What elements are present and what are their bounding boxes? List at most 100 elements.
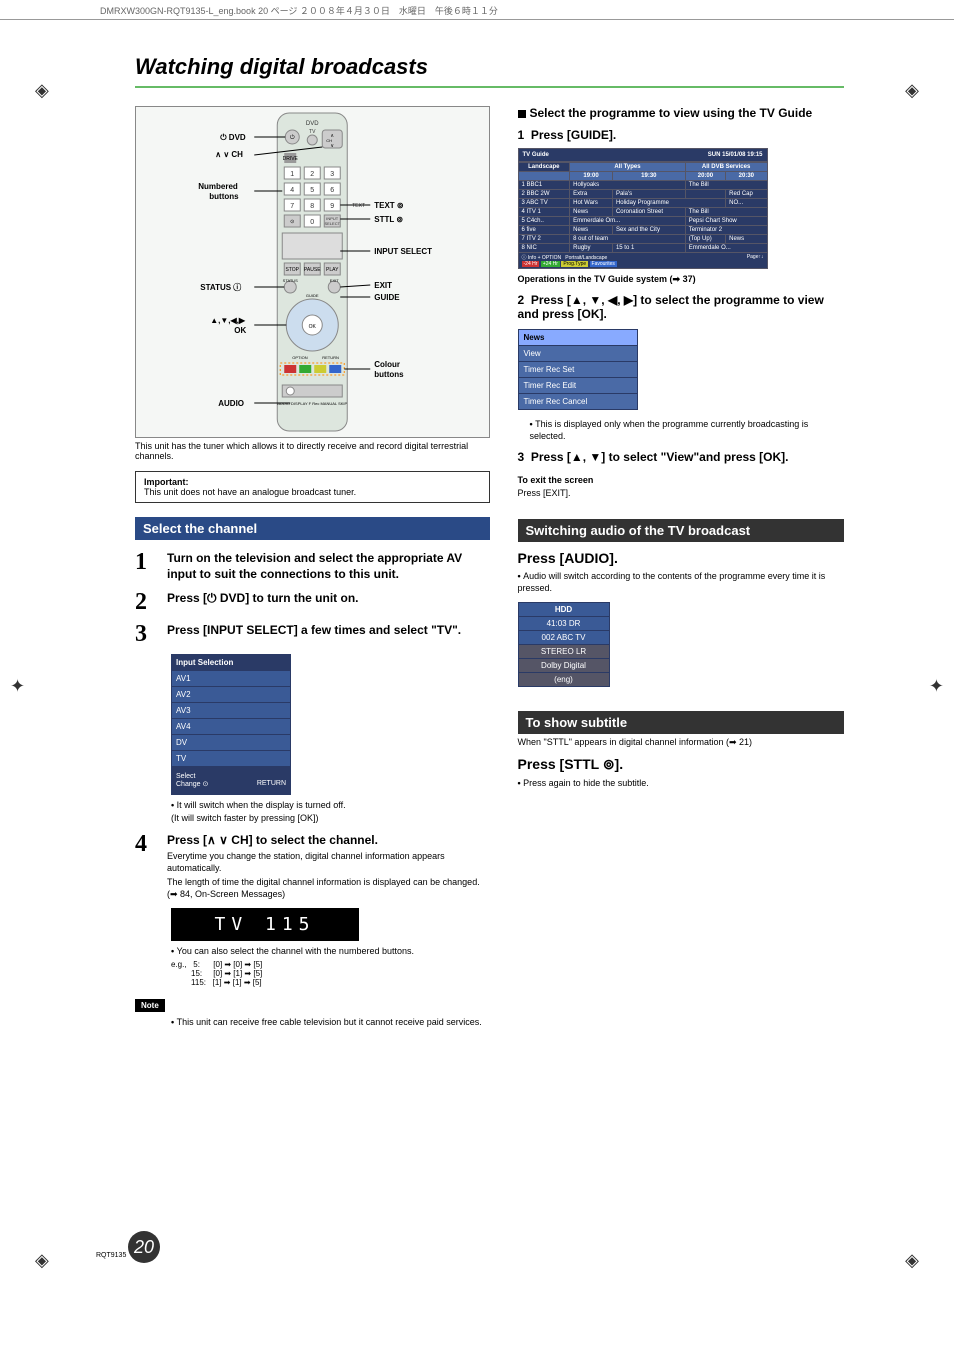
important-body: This unit does not have an analogue broa… [144,487,356,497]
list-item: Timer Rec Edit [518,378,638,394]
input-option: TV [171,751,291,767]
svg-text:4: 4 [290,187,294,194]
list-item: View [518,346,638,362]
svg-text:DRIVE: DRIVE [283,156,299,162]
label-numbered: Numbered [198,182,238,191]
important-label: Important: [144,477,481,487]
remote-diagram: DVD ⏻ TV ∧∨ CH DRIVE 1 2 3 4 5 6 7 8 9 0… [135,106,490,438]
r-step2-note: This is displayed only when the programm… [530,418,844,442]
page-title: Watching digital broadcasts [135,54,844,80]
crop-mark: ◈ [35,80,49,101]
svg-text:∨: ∨ [330,143,334,149]
label-status: STATUS ⓘ [200,282,241,292]
step4-bullet: You can also select the channel with the… [171,945,490,957]
crop-mark: ◈ [35,1250,49,1271]
note-tag: Note [135,999,165,1012]
svg-text:TEXT: TEXT [352,203,365,209]
step-num-2: 2 [135,590,157,614]
svg-text:9: 9 [330,203,334,210]
tvguide-ops-line: Operations in the TV Guide system (➡ 37) [518,273,844,285]
press-sttl: Press [STTL ⊚]. [518,756,844,773]
exit-block: To exit the screenPress [EXIT]. [518,474,844,498]
audio-note: Audio will switch according to the conte… [518,570,844,594]
seven-seg-display: TV 115 [171,908,359,941]
note-body: This unit can receive free cable televis… [171,1016,490,1028]
label-sttl: STTL ⊚ [374,215,403,224]
r-step-1: 1 Press [GUIDE]. [518,128,844,142]
svg-text:2: 2 [310,171,314,178]
svg-text:SELECT: SELECT [324,221,340,226]
section-subtitle: To show subtitle [518,711,844,734]
svg-text:⏻: ⏻ [290,134,295,141]
crop-mark: ✦ [10,676,25,697]
label-exit: EXIT [374,281,392,290]
step3-note: It will switch when the display is turne… [171,799,490,823]
r-select-programme: Select the programme to view using the T… [518,106,844,120]
step-1-text: Turn on the television and select the ap… [167,550,490,582]
svg-text:0: 0 [310,219,314,226]
label-ch: ∧ ∨ CH [215,150,243,159]
ch-icon: ∧ ∨ [207,833,228,847]
crop-mark: ✦ [929,676,944,697]
sttl-note: Press again to hide the subtitle. [518,777,844,789]
square-icon [518,110,526,118]
input-option: AV3 [171,703,291,719]
section-select-channel: Select the channel [135,517,490,540]
svg-text:1: 1 [290,171,294,178]
list-item: Timer Rec Set [518,362,638,378]
svg-text:OPTION: OPTION [292,355,307,360]
power-icon: ⏻ [207,591,217,605]
svg-text:5: 5 [310,187,314,194]
input-option: DV [171,735,291,751]
input-option: AV1 [171,671,291,687]
section-switch-audio: Switching audio of the TV broadcast [518,519,844,542]
r-step-3: 3 Press [▲, ▼] to select "View"and press… [518,450,844,464]
hdd-info-box: HDD 41:03 DR 002 ABC TV STEREO LR Dolby … [518,602,610,687]
svg-text:⊙: ⊙ [290,219,294,225]
input-option: AV2 [171,687,291,703]
svg-text:3: 3 [330,171,334,178]
svg-text:RETURN: RETURN [322,355,339,360]
list-item: Timer Rec Cancel [518,394,638,410]
svg-text:7: 7 [290,203,294,210]
step-3-text: Press [INPUT SELECT] a few times and sel… [167,622,490,646]
step-num-3: 3 [135,622,157,646]
svg-text:EXIT: EXIT [330,278,339,283]
input-selection-footer: Select Change ⊙ RETURN [171,767,291,795]
page-header-bar: DMRXW300GN-RQT9135-L_eng.book 20 ページ ２００… [0,0,954,20]
label-text: TEXT ⊚ [374,201,404,210]
crop-mark: ◈ [905,1250,919,1271]
label-arrows: ▲,▼,◀,▶ [210,316,246,325]
list-item: News [518,329,638,346]
svg-text:GUIDE: GUIDE [306,293,319,298]
input-option: AV4 [171,719,291,735]
label-audio: AUDIO [218,399,244,408]
page-number: 20 [128,1231,160,1263]
channel-examples: e.g., 5: [0] ➡ [0] ➡ [5] 15: [0] ➡ [1] ➡… [171,960,490,987]
svg-text:buttons: buttons [374,370,404,379]
programme-submenu: News View Timer Rec Set Timer Rec Edit T… [518,329,638,410]
svg-text:TV: TV [309,129,316,135]
svg-text:6: 6 [330,187,334,194]
input-selection-panel: Input Selection AV1 AV2 AV3 AV4 DV TV Se… [171,654,291,795]
svg-text:PLAY: PLAY [326,267,339,273]
important-box: Important: This unit does not have an an… [135,471,490,503]
svg-text:STATUS: STATUS [283,278,299,283]
svg-text:DVD: DVD [306,121,319,127]
svg-text:8: 8 [310,203,314,210]
step-4-text: Press [∧ ∨ CH] to select the channel. Ev… [167,832,490,901]
svg-text:STOP: STOP [285,267,299,273]
input-selection-header: Input Selection [171,654,291,671]
under-remote-text: This unit has the tuner which allows it … [135,441,490,461]
step-2-text: Press [⏻ DVD] to turn the unit on. [167,590,490,614]
rqt-code: RQT9135 [96,1252,126,1259]
svg-text:OK: OK [234,326,246,335]
press-audio: Press [AUDIO]. [518,550,844,566]
svg-text:PAUSE: PAUSE [304,267,321,273]
label-guide: GUIDE [374,293,400,302]
svg-text:CH: CH [326,138,332,143]
svg-text:buttons: buttons [209,192,239,201]
subtitle-pre: When "STTL" appears in digital channel i… [518,736,844,748]
label-input-select: INPUT SELECT [374,247,432,256]
step-num-1: 1 [135,550,157,582]
